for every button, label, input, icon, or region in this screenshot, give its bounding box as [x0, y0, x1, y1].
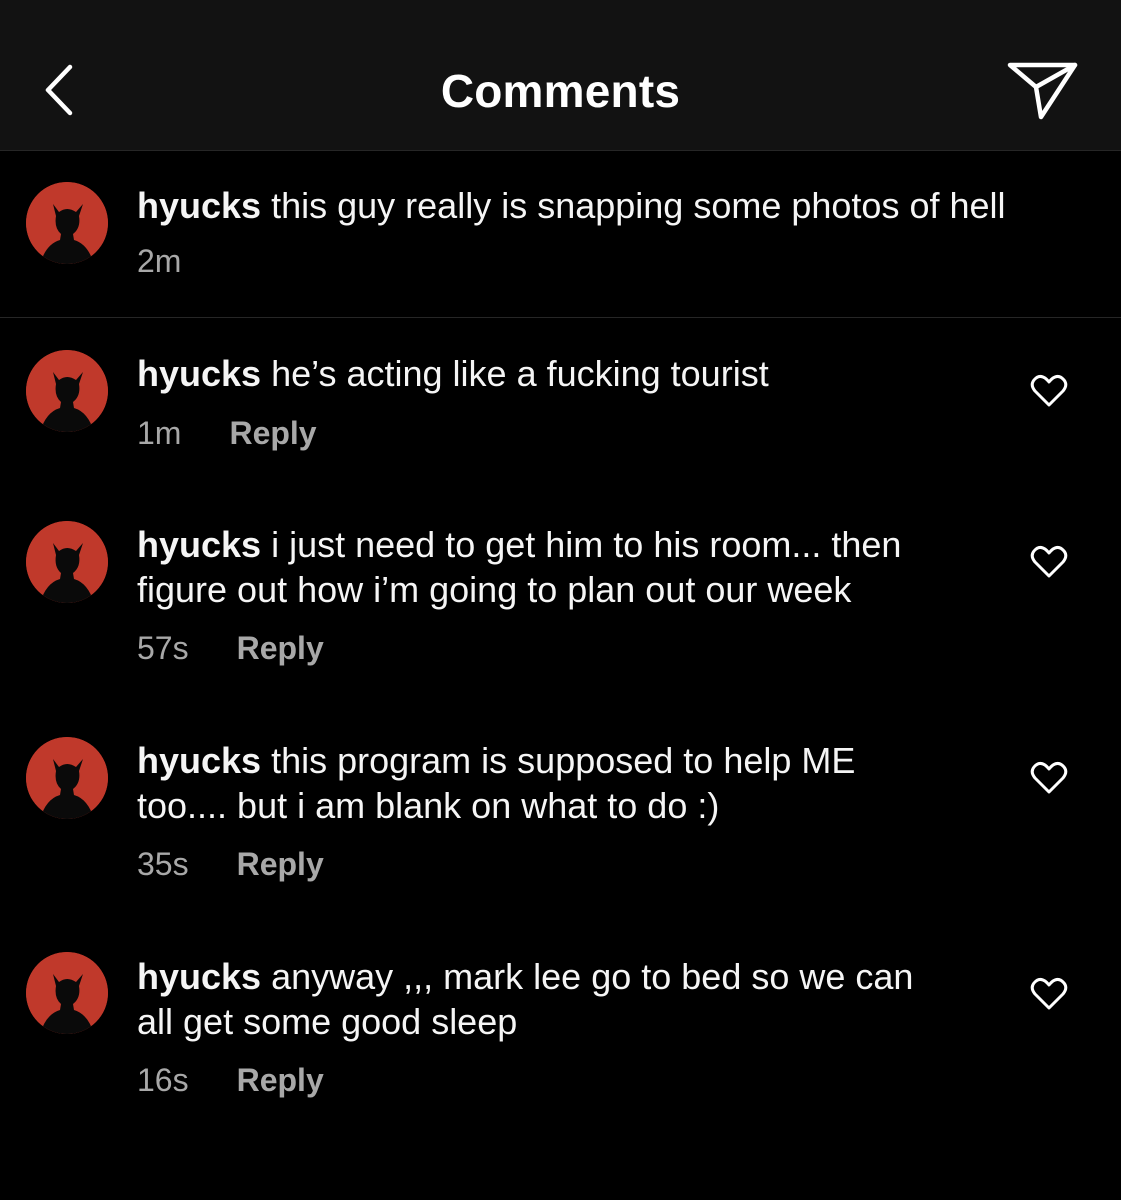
- avatar[interactable]: [26, 521, 108, 603]
- timestamp: 1m: [137, 415, 182, 451]
- timestamp: 16s: [137, 1062, 189, 1098]
- heart-icon[interactable]: [1029, 974, 1069, 1014]
- heart-icon[interactable]: [1029, 758, 1069, 798]
- paper-plane-icon: [1007, 62, 1078, 120]
- devil-silhouette-icon: [26, 521, 108, 603]
- username-link[interactable]: hyucks: [137, 524, 261, 565]
- devil-silhouette-icon: [26, 952, 108, 1034]
- comment-meta: 2m: [137, 243, 181, 280]
- comment-item: hyucks he’s acting like a fucking touris…: [0, 318, 1121, 488]
- caption-text: hyucks this guy really is snapping some …: [137, 183, 1006, 228]
- username-link[interactable]: hyucks: [137, 185, 261, 226]
- devil-silhouette-icon: [26, 737, 108, 819]
- avatar[interactable]: [26, 350, 108, 432]
- comment-body: he’s acting like a fucking tourist: [271, 353, 769, 394]
- comment-text: hyucks this program is supposed to help …: [137, 738, 855, 828]
- comment-meta: 16s Reply: [137, 1062, 324, 1099]
- heart-icon[interactable]: [1029, 542, 1069, 582]
- avatar[interactable]: [26, 182, 108, 264]
- header-bar: Comments: [0, 0, 1121, 151]
- comment-item: hyucks anyway ,,, mark lee go to bed so …: [0, 918, 1121, 1133]
- comment-body-line: all get some good sleep: [137, 1001, 518, 1042]
- reply-button[interactable]: Reply: [237, 1062, 324, 1098]
- devil-silhouette-icon: [26, 182, 108, 264]
- comment-body: this program is supposed to help ME: [271, 740, 856, 781]
- comment-body: i just need to get him to his room... th…: [271, 524, 902, 565]
- reply-button[interactable]: Reply: [229, 415, 316, 451]
- comment-item: hyucks this program is supposed to help …: [0, 703, 1121, 918]
- caption-body: this guy really is snapping some photos …: [271, 185, 1006, 226]
- avatar[interactable]: [26, 737, 108, 819]
- username-link[interactable]: hyucks: [137, 353, 261, 394]
- username-link[interactable]: hyucks: [137, 956, 261, 997]
- comment-item: hyucks i just need to get him to his roo…: [0, 488, 1121, 703]
- devil-silhouette-icon: [26, 350, 108, 432]
- timestamp: 57s: [137, 630, 189, 666]
- caption: hyucks this guy really is snapping some …: [0, 151, 1121, 318]
- username-link[interactable]: hyucks: [137, 740, 261, 781]
- comment-meta: 35s Reply: [137, 846, 324, 883]
- timestamp: 35s: [137, 846, 189, 882]
- share-button[interactable]: [1005, 55, 1081, 127]
- heart-icon[interactable]: [1029, 371, 1069, 411]
- comment-text: hyucks i just need to get him to his roo…: [137, 522, 901, 612]
- comment-text: hyucks he’s acting like a fucking touris…: [137, 351, 769, 396]
- comment-body-line: figure out how i’m going to plan out our…: [137, 569, 852, 610]
- comment-meta: 57s Reply: [137, 630, 324, 667]
- reply-button[interactable]: Reply: [237, 846, 324, 882]
- timestamp: 2m: [137, 243, 182, 279]
- comment-body-line: too.... but i am blank on what to do :): [137, 785, 720, 826]
- comment-meta: 1m Reply: [137, 415, 317, 452]
- avatar[interactable]: [26, 952, 108, 1034]
- page-title: Comments: [440, 65, 681, 117]
- reply-button[interactable]: Reply: [237, 630, 324, 666]
- comment-body: anyway ,,, mark lee go to bed so we can: [271, 956, 914, 997]
- comment-text: hyucks anyway ,,, mark lee go to bed so …: [137, 954, 913, 1044]
